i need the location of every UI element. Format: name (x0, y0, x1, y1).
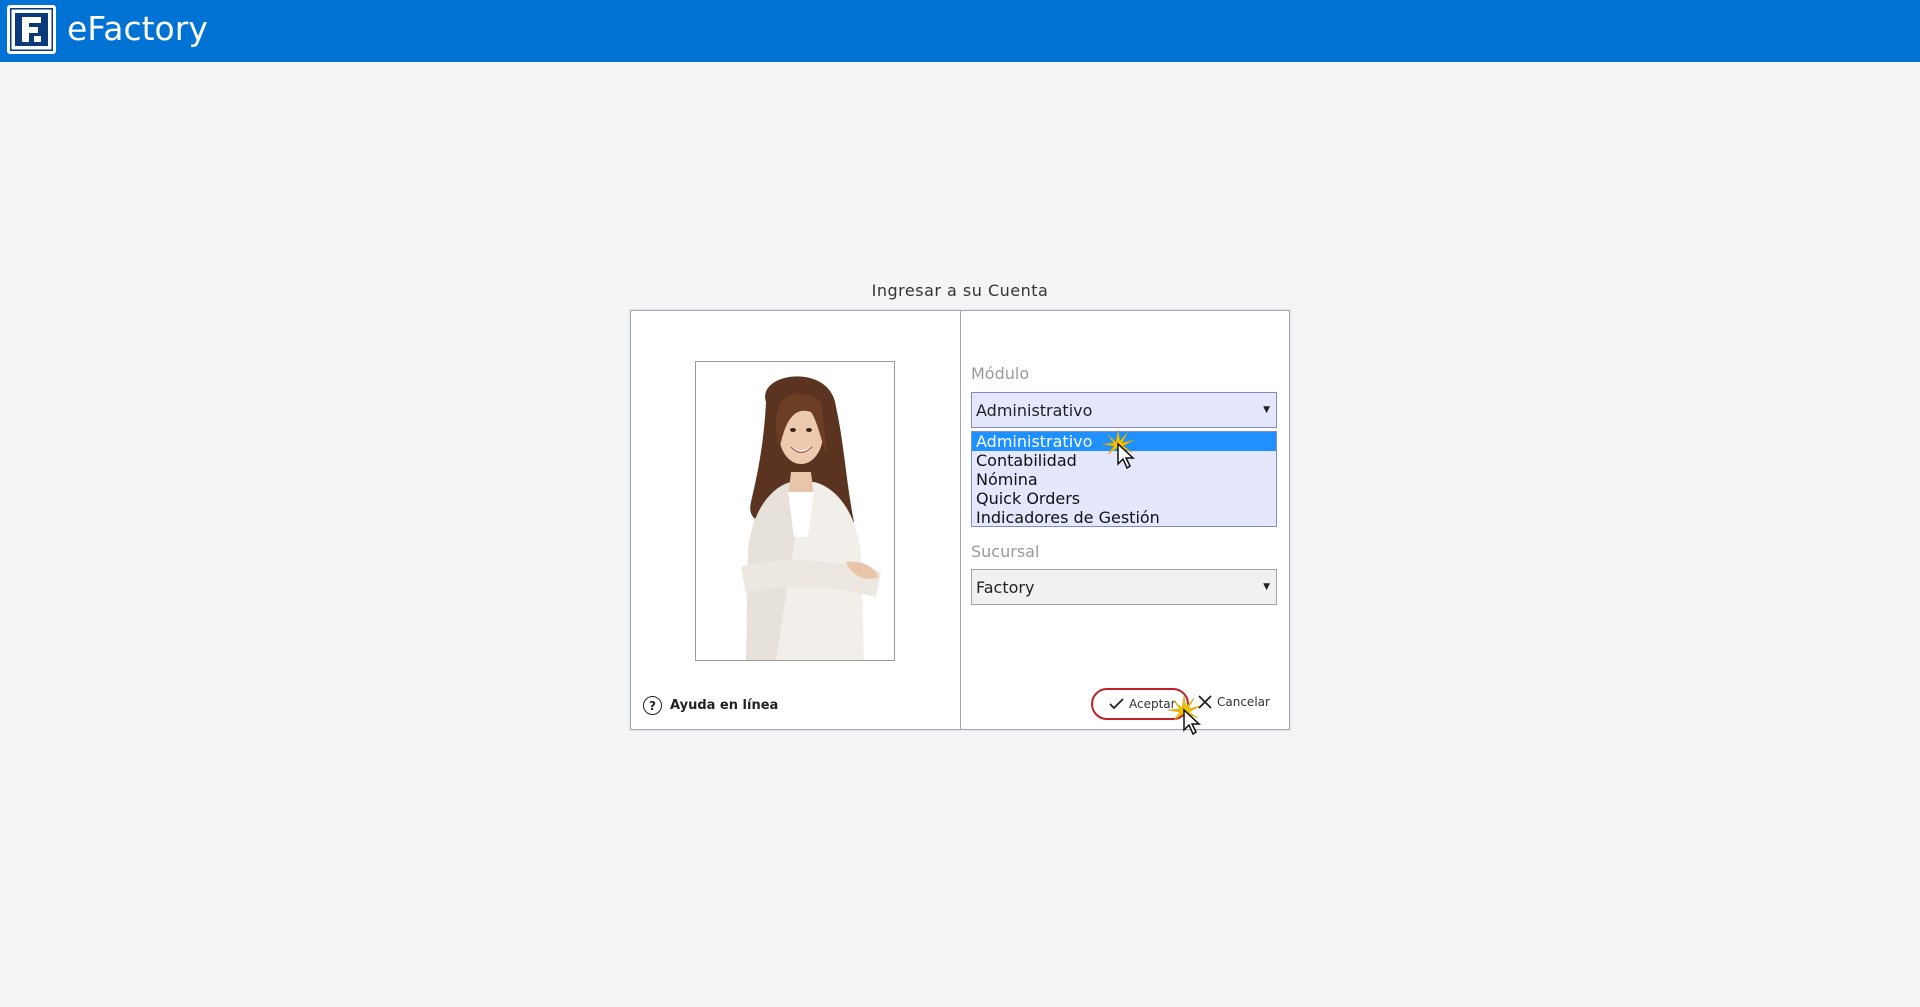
triangle-down-icon: ▼ (1263, 405, 1270, 415)
dialog-title: Ingresar a su Cuenta (871, 281, 1049, 300)
sucursal-select-value: Factory (976, 577, 1035, 597)
login-dialog: ? Ayuda en línea Módulo Administrativo ▼… (630, 310, 1290, 730)
app-title: eFactory (67, 9, 208, 48)
sucursal-select[interactable]: Factory ▼ (971, 569, 1277, 605)
modulo-option-contabilidad[interactable]: Contabilidad (972, 451, 1276, 470)
modulo-select-value: Administrativo (976, 400, 1093, 420)
modulo-option-quick-orders[interactable]: Quick Orders (972, 489, 1276, 508)
modulo-option-indicadores[interactable]: Indicadores de Gestión (972, 508, 1276, 527)
cancel-button[interactable]: Cancelar (1198, 695, 1270, 709)
accept-button[interactable]: Aceptar (1091, 688, 1189, 720)
top-bar: eFactory (0, 0, 1920, 62)
modulo-select[interactable]: Administrativo ▼ (971, 392, 1277, 428)
dialog-divider (960, 311, 961, 729)
modulo-dropdown-list: Administrativo Contabilidad Nómina Quick… (971, 431, 1277, 527)
efactory-logo-icon (7, 5, 56, 54)
question-circle-icon: ? (643, 696, 662, 715)
accept-button-label: Aceptar (1129, 697, 1176, 711)
modulo-label: Módulo (971, 364, 1030, 383)
modulo-option-administrativo[interactable]: Administrativo (972, 432, 1276, 451)
close-x-icon (1198, 695, 1212, 709)
help-link[interactable]: ? Ayuda en línea (643, 696, 778, 715)
triangle-down-icon: ▼ (1263, 582, 1270, 592)
help-link-label: Ayuda en línea (670, 698, 779, 713)
cancel-button-label: Cancelar (1217, 695, 1270, 709)
sucursal-label: Sucursal (971, 542, 1040, 561)
checkmark-icon (1109, 698, 1124, 710)
modulo-option-nomina[interactable]: Nómina (972, 470, 1276, 489)
user-photo (695, 361, 895, 661)
